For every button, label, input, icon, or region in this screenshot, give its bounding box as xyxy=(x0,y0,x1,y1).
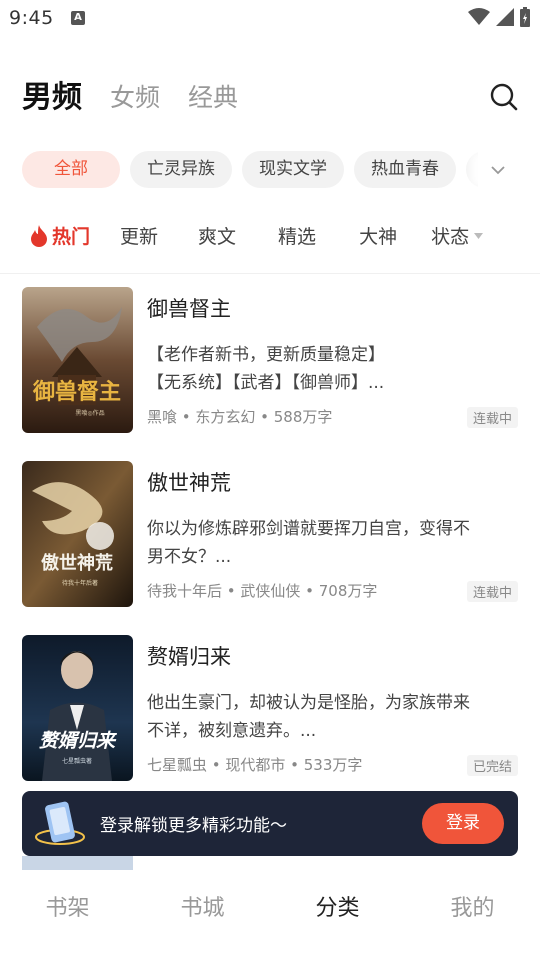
divider xyxy=(0,273,540,274)
phone-icon xyxy=(35,801,85,845)
cover-author: 七星瓢虫著 xyxy=(62,757,92,765)
chip-youth[interactable]: 热血青春 xyxy=(354,151,456,188)
book-desc-line: 【老作者新书，更新质量稳定】 xyxy=(147,345,385,365)
chevron-down-icon[interactable] xyxy=(478,151,518,188)
filter-updated[interactable]: 更新 xyxy=(120,222,158,249)
nav-category[interactable]: 分类 xyxy=(270,870,405,960)
book-desc-line: 男不女？... xyxy=(147,547,232,567)
book-cover xyxy=(22,856,133,870)
filter-master[interactable]: 大神 xyxy=(359,222,397,249)
book-cover[interactable]: 傲世神荒 待我十年后著 xyxy=(22,461,133,607)
search-icon[interactable] xyxy=(490,83,518,111)
category-chips: 全部 亡灵异族 现实文学 热血青春 xyxy=(22,151,502,188)
book-cover[interactable]: 御兽督主 黑喰◎作品 xyxy=(22,287,133,433)
book-title: 傲世神荒 xyxy=(147,471,231,495)
login-button[interactable]: 登录 xyxy=(422,803,504,844)
cover-title: 赘婿归来 xyxy=(39,730,118,752)
flame-icon xyxy=(31,224,47,247)
signal-icon xyxy=(496,8,514,26)
filter-hot-label: 热门 xyxy=(52,226,91,248)
book-item[interactable]: 赘婿归来 七星瓢虫著 赘婿归来 他出生豪门，却被认为是怪胎，为家族带来 不详，被… xyxy=(22,635,518,781)
book-title: 赘婿归来 xyxy=(147,645,231,669)
book-meta: 黑喰 • 东方玄幻 • 588万字 xyxy=(147,408,333,426)
status-icons xyxy=(468,7,530,27)
book-desc-line: 【无系统】【武者】【御兽师】... xyxy=(147,373,385,393)
notification-icon: A xyxy=(71,11,85,25)
book-desc-line: 他出生豪门，却被认为是怪胎，为家族带来 xyxy=(147,693,470,713)
filter-status-label: 状态 xyxy=(431,226,470,248)
filter-hot[interactable]: 热门 xyxy=(30,222,90,249)
book-desc: 【老作者新书，更新质量稳定】 【无系统】【武者】【御兽师】... xyxy=(147,341,517,397)
book-item[interactable]: 傲世神荒 待我十年后著 傲世神荒 你以为修炼辟邪剑谱就要挥刀自宫，变得不 男不女… xyxy=(22,461,518,607)
bottom-nav: 书架 书城 分类 我的 xyxy=(0,870,540,960)
book-cover[interactable]: 赘婿归来 七星瓢虫著 xyxy=(22,635,133,781)
top-tabs: 男频 女频 经典 xyxy=(22,78,238,118)
triangle-down-icon xyxy=(474,232,484,239)
cover-author: 待我十年后著 xyxy=(62,579,98,587)
book-item-partial[interactable] xyxy=(22,856,518,870)
battery-icon xyxy=(520,7,530,27)
book-desc-line: 你以为修炼辟邪剑谱就要挥刀自宫，变得不 xyxy=(147,519,470,539)
book-title: 御兽督主 xyxy=(147,297,231,321)
login-banner[interactable]: 登录解锁更多精彩功能～ 登录 xyxy=(22,791,518,856)
book-desc-line: 不详，被刻意遗弃。... xyxy=(147,721,317,741)
login-banner-text: 登录解锁更多精彩功能～ xyxy=(100,816,287,836)
chip-realism[interactable]: 现实文学 xyxy=(242,151,344,188)
nav-bookshelf[interactable]: 书架 xyxy=(0,870,135,960)
book-desc: 他出生豪门，却被认为是怪胎，为家族带来 不详，被刻意遗弃。... xyxy=(147,689,517,745)
status-badge: 连载中 xyxy=(466,581,518,602)
tab-female[interactable]: 女频 xyxy=(110,78,160,118)
cover-title: 御兽督主 xyxy=(32,379,121,405)
nav-bookstore[interactable]: 书城 xyxy=(135,870,270,960)
filter-selected[interactable]: 精选 xyxy=(278,222,316,249)
wifi-icon xyxy=(468,8,490,25)
status-time: 9:45 xyxy=(9,7,54,29)
chip-all[interactable]: 全部 xyxy=(22,151,120,188)
tab-male[interactable]: 男频 xyxy=(22,78,82,118)
status-badge: 已完结 xyxy=(466,755,518,776)
status-bar: 9:45 A xyxy=(0,0,540,36)
book-meta: 七星瓢虫 • 现代都市 • 533万字 xyxy=(147,756,363,774)
filter-status[interactable]: 状态 xyxy=(431,222,484,249)
filter-row: 热门 更新 爽文 精选 大神 状态 xyxy=(30,222,520,249)
filter-thrilling[interactable]: 爽文 xyxy=(198,222,236,249)
nav-mine[interactable]: 我的 xyxy=(405,870,540,960)
cover-author: 黑喰◎作品 xyxy=(75,409,104,417)
book-meta: 待我十年后 • 武侠仙侠 • 708万字 xyxy=(147,582,378,600)
cover-title: 傲世神荒 xyxy=(41,552,113,574)
tab-classic[interactable]: 经典 xyxy=(188,78,238,118)
chip-undead[interactable]: 亡灵异族 xyxy=(130,151,232,188)
book-desc: 你以为修炼辟邪剑谱就要挥刀自宫，变得不 男不女？... xyxy=(147,515,517,571)
status-badge: 连载中 xyxy=(466,407,518,428)
book-item[interactable]: 御兽督主 黑喰◎作品 御兽督主 【老作者新书，更新质量稳定】 【无系统】【武者】… xyxy=(22,287,518,433)
